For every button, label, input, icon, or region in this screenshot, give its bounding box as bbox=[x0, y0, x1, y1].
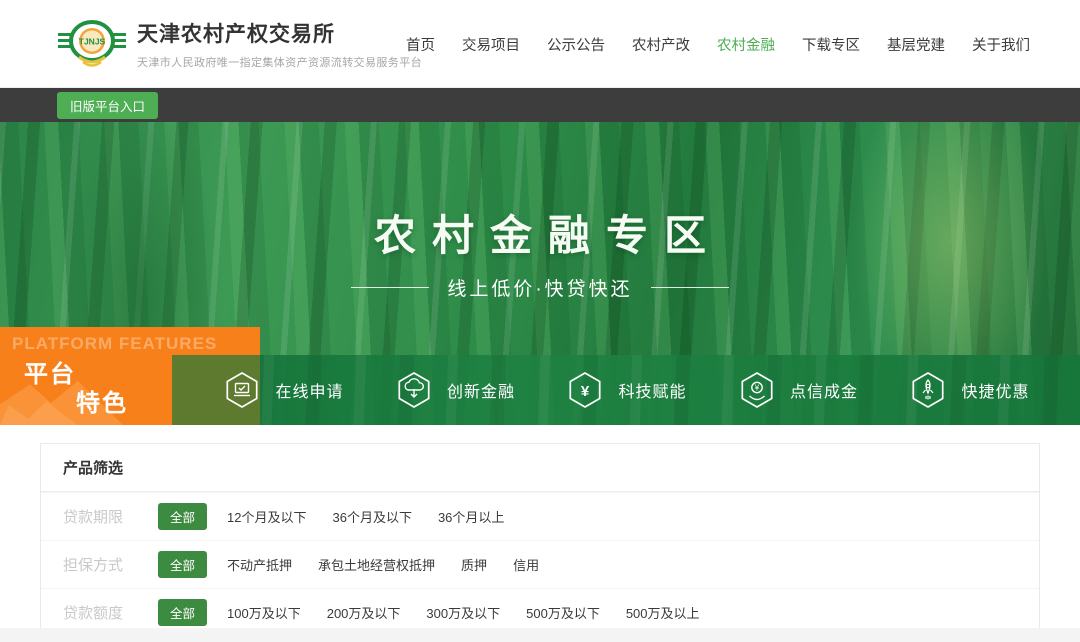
filter-option[interactable]: 不动产抵押 bbox=[227, 555, 292, 574]
footer-strip bbox=[0, 628, 1080, 642]
filter-option[interactable]: 承包土地经营权抵押 bbox=[318, 555, 435, 574]
hero-subtitle: 线上低价·快贷快还 bbox=[447, 274, 632, 301]
filter-option[interactable]: 12个月及以下 bbox=[227, 507, 306, 526]
filter-row-guarantee-method: 担保方式 全部 不动产抵押 承包土地经营权抵押 质押 信用 bbox=[41, 540, 1039, 588]
nav-item-downloads[interactable]: 下载专区 bbox=[802, 34, 860, 55]
page: TJNJS 天津农村产权交易所 天津市人民政府唯一指定集体资产资源流转交易服务平… bbox=[0, 0, 1080, 642]
feature-innovative-finance[interactable]: 创新金融 bbox=[394, 370, 515, 410]
hero-title: 农村金融专区 bbox=[0, 202, 1080, 263]
exchange-logo-icon: TJNJS bbox=[57, 11, 127, 77]
site-subtitle: 天津市人民政府唯一指定集体资产资源流转交易服务平台 bbox=[137, 54, 422, 70]
platform-title-line1: 平台 bbox=[24, 354, 76, 389]
yen-tech-icon: ¥ bbox=[565, 370, 605, 410]
feature-label: 创新金融 bbox=[447, 378, 515, 402]
subtitle-left-rule bbox=[351, 287, 429, 288]
laptop-check-icon bbox=[222, 370, 262, 410]
filter-option[interactable]: 信用 bbox=[513, 555, 539, 574]
coin-credit-icon: ¥ bbox=[737, 370, 777, 410]
cloud-innovation-icon bbox=[394, 370, 434, 410]
nav-item-rural-reform[interactable]: 农村产改 bbox=[632, 34, 690, 55]
filter-option[interactable]: 质押 bbox=[461, 555, 487, 574]
svg-text:¥: ¥ bbox=[754, 384, 760, 393]
subtitle-right-rule bbox=[651, 287, 729, 288]
site-logo[interactable]: TJNJS 天津农村产权交易所 天津市人民政府唯一指定集体资产资源流转交易服务平… bbox=[57, 11, 422, 77]
filter-panel-title: 产品筛选 bbox=[41, 444, 1039, 492]
filter-option[interactable]: 36个月以上 bbox=[438, 507, 504, 526]
filter-option[interactable]: 200万及以下 bbox=[327, 603, 401, 622]
nav-item-home[interactable]: 首页 bbox=[406, 34, 435, 55]
main-nav: 首页 交易项目 公示公告 农村产改 农村金融 下载专区 基层党建 关于我们 bbox=[406, 0, 1030, 88]
feature-label: 点信成金 bbox=[790, 378, 858, 402]
filter-option[interactable]: 36个月及以下 bbox=[332, 507, 411, 526]
filter-row-label: 担保方式 bbox=[63, 554, 139, 575]
feature-fast-discount[interactable]: 快捷优惠 bbox=[908, 370, 1029, 410]
platform-features-eyebrow: PLATFORM FEATURES bbox=[12, 334, 217, 354]
filter-row-label: 贷款额度 bbox=[63, 602, 139, 623]
filter-row-loan-term: 贷款期限 全部 12个月及以下 36个月及以下 36个月以上 bbox=[41, 492, 1039, 540]
filter-option[interactable]: 500万及以上 bbox=[626, 603, 700, 622]
feature-credit-to-gold[interactable]: ¥ 点信成金 bbox=[737, 370, 858, 410]
nav-item-public-notice[interactable]: 公示公告 bbox=[547, 34, 605, 55]
feature-label: 在线申请 bbox=[275, 378, 343, 402]
filter-all-badge[interactable]: 全部 bbox=[158, 599, 207, 626]
nav-item-party-building[interactable]: 基层党建 bbox=[887, 34, 945, 55]
nav-item-rural-finance[interactable]: 农村金融 bbox=[717, 34, 775, 55]
features-bar: 在线申请 创新金融 ¥ 科技赋能 bbox=[172, 355, 1080, 425]
filter-all-badge[interactable]: 全部 bbox=[158, 551, 207, 578]
nav-item-trade-projects[interactable]: 交易项目 bbox=[462, 34, 520, 55]
feature-online-apply[interactable]: 在线申请 bbox=[222, 370, 343, 410]
site-header: TJNJS 天津农村产权交易所 天津市人民政府唯一指定集体资产资源流转交易服务平… bbox=[0, 0, 1080, 88]
svg-text:¥: ¥ bbox=[581, 383, 590, 400]
logo-monogram: TJNJS bbox=[79, 36, 106, 46]
site-title: 天津农村产权交易所 bbox=[137, 18, 422, 48]
nav-item-about-us[interactable]: 关于我们 bbox=[972, 34, 1030, 55]
feature-label: 科技赋能 bbox=[618, 378, 686, 402]
hero-subtitle-row: 线上低价·快贷快还 bbox=[0, 274, 1080, 301]
utility-bar: 旧版平台入口 bbox=[0, 88, 1080, 122]
filter-option[interactable]: 100万及以下 bbox=[227, 603, 301, 622]
filter-option[interactable]: 300万及以下 bbox=[426, 603, 500, 622]
platform-title-line2: 特色 bbox=[76, 383, 128, 418]
old-platform-entry-button[interactable]: 旧版平台入口 bbox=[57, 92, 158, 119]
filter-option[interactable]: 500万及以下 bbox=[526, 603, 600, 622]
rocket-icon bbox=[908, 370, 948, 410]
product-filter-panel: 产品筛选 贷款期限 全部 12个月及以下 36个月及以下 36个月以上 担保方式… bbox=[40, 443, 1040, 637]
brand-block: 天津农村产权交易所 天津市人民政府唯一指定集体资产资源流转交易服务平台 bbox=[137, 18, 422, 70]
feature-tech-empowerment[interactable]: ¥ 科技赋能 bbox=[565, 370, 686, 410]
feature-label: 快捷优惠 bbox=[961, 378, 1029, 402]
filter-all-badge[interactable]: 全部 bbox=[158, 503, 207, 530]
filter-row-label: 贷款期限 bbox=[63, 506, 139, 527]
